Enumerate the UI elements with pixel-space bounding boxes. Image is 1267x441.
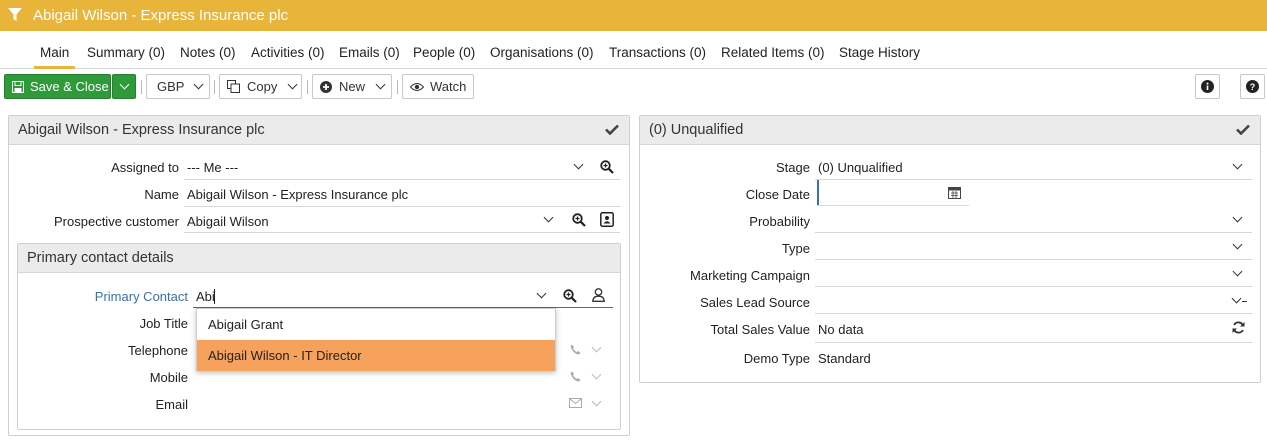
filter-icon[interactable] <box>8 8 22 22</box>
name-field[interactable]: Abigail Wilson - Express Insurance plc <box>187 187 408 202</box>
search-icon[interactable] <box>563 289 577 303</box>
marketing-campaign-select[interactable] <box>818 264 1228 284</box>
prospective-customer-select[interactable]: Abigail Wilson <box>187 214 269 229</box>
new-button[interactable]: New <box>312 74 392 99</box>
title-bar: Abigail Wilson - Express Insurance plc <box>0 0 1267 31</box>
help-button[interactable]: ? <box>1240 74 1265 99</box>
phone-icon[interactable] <box>570 344 581 355</box>
sales-lead-source-select[interactable] <box>818 291 1228 311</box>
marketing-campaign-label: Marketing Campaign <box>690 268 810 283</box>
demo-type-value[interactable]: Standard <box>818 351 871 366</box>
tab-related-items[interactable]: Related Items (0) <box>721 45 825 60</box>
eye-icon <box>410 82 424 91</box>
tab-stage-history[interactable]: Stage History <box>839 45 920 60</box>
tab-organisations[interactable]: Organisations (0) <box>490 45 594 60</box>
assigned-to-label: Assigned to <box>111 160 179 175</box>
probability-label: Probability <box>749 214 810 229</box>
close-date-label: Close Date <box>745 187 810 202</box>
telephone-label: Telephone <box>128 343 188 358</box>
watch-label: Watch <box>430 79 467 94</box>
chevron-down-icon <box>375 79 386 90</box>
close-date-input[interactable] <box>819 181 949 205</box>
clear-icon[interactable] <box>1242 301 1247 302</box>
type-select[interactable] <box>818 237 1228 257</box>
name-label: Name <box>144 187 179 202</box>
check-icon[interactable] <box>1236 124 1250 135</box>
calendar-icon[interactable] <box>948 186 961 199</box>
watch-button[interactable]: Watch <box>402 74 474 99</box>
mobile-label: Mobile <box>149 370 188 385</box>
contact-suggestions-dropdown: Abigail Grant Abigail Wilson - IT Direct… <box>196 308 556 371</box>
search-icon[interactable] <box>572 213 586 227</box>
total-sales-value-label: Total Sales Value <box>710 322 811 337</box>
tab-bar: Main Summary (0) Notes (0) Activities (0… <box>0 31 1267 69</box>
save-close-button[interactable]: Save & Close <box>4 74 111 99</box>
prospective-customer-label: Prospective customer <box>54 214 179 229</box>
subpanel-header: Primary contact details <box>18 244 620 273</box>
panel-title: (0) Unqualified <box>649 122 744 138</box>
panel-header: (0) Unqualified <box>640 116 1260 145</box>
panel-header: Abigail Wilson - Express Insurance plc <box>9 116 629 145</box>
subpanel-title: Primary contact details <box>27 250 174 266</box>
total-sales-value: No data <box>818 322 864 337</box>
tab-notes[interactable]: Notes (0) <box>180 45 236 60</box>
copy-button[interactable]: Copy <box>219 74 302 99</box>
user-icon[interactable] <box>592 288 605 302</box>
new-label: New <box>339 79 366 94</box>
probability-select[interactable] <box>818 210 1228 230</box>
sales-lead-source-label: Sales Lead Source <box>700 295 810 310</box>
info-button[interactable] <box>1195 74 1220 99</box>
envelope-icon[interactable] <box>569 398 582 408</box>
record-title: Abigail Wilson - Express Insurance plc <box>33 7 289 24</box>
save-options-button[interactable] <box>112 74 136 99</box>
refresh-icon[interactable] <box>1232 321 1245 334</box>
copy-icon <box>227 80 240 93</box>
currency-label: GBP <box>157 79 185 94</box>
email-label: Email <box>155 397 188 412</box>
suggestion-item-highlighted[interactable]: Abigail Wilson - IT Director <box>197 340 555 371</box>
check-icon[interactable] <box>605 124 619 135</box>
search-icon[interactable] <box>600 160 614 174</box>
stage-label: Stage <box>776 160 810 175</box>
phone-icon[interactable] <box>570 371 581 382</box>
chevron-down-icon <box>194 79 204 90</box>
help-icon: ? <box>1246 80 1259 93</box>
chevron-down-icon <box>287 79 298 90</box>
job-title-label: Job Title <box>139 316 188 331</box>
assigned-to-select[interactable]: --- Me --- <box>187 160 238 175</box>
toolbar: Save & Close GBP Copy New Watch ? <box>0 74 1267 100</box>
panel-title: Abigail Wilson - Express Insurance plc <box>18 122 265 138</box>
chevron-down-icon <box>119 79 129 90</box>
svg-text:?: ? <box>1250 82 1256 92</box>
primary-contact-input[interactable]: Abi <box>196 289 215 304</box>
tab-transactions[interactable]: Transactions (0) <box>609 45 706 60</box>
tab-activities[interactable]: Activities (0) <box>251 45 325 60</box>
tab-emails[interactable]: Emails (0) <box>339 45 400 60</box>
demo-type-label: Demo Type <box>743 351 810 366</box>
save-icon <box>12 80 24 93</box>
currency-dropdown[interactable]: GBP <box>146 74 210 99</box>
tab-summary[interactable]: Summary (0) <box>87 45 165 60</box>
copy-label: Copy <box>247 79 278 94</box>
tab-main[interactable]: Main <box>34 45 76 69</box>
plus-circle-icon <box>320 80 332 93</box>
contact-card-icon[interactable] <box>600 212 614 227</box>
text-cursor <box>214 289 215 304</box>
suggestion-item[interactable]: Abigail Grant <box>197 309 555 340</box>
stage-select[interactable]: (0) Unqualified <box>818 160 903 175</box>
info-icon <box>1201 80 1214 93</box>
tab-people[interactable]: People (0) <box>413 45 475 60</box>
save-close-label: Save & Close <box>30 79 109 94</box>
type-label: Type <box>781 241 810 256</box>
primary-contact-label[interactable]: Primary Contact <box>95 289 188 304</box>
